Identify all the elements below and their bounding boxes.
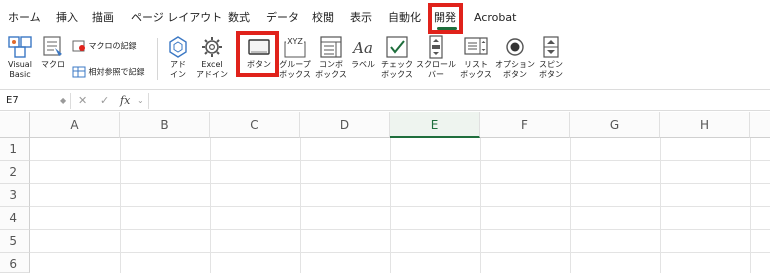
list-box-label: リスト ボックス — [460, 60, 492, 79]
gridline — [30, 160, 770, 161]
addins-button[interactable]: アド イン — [164, 34, 192, 80]
combo-box-control[interactable]: コンボ ボックス — [314, 34, 348, 80]
column-header-partial[interactable] — [750, 112, 770, 138]
check-box-label: チェック ボックス — [381, 60, 413, 79]
tab-page-layout[interactable]: ページ レイアウト — [131, 11, 222, 25]
column-header-a[interactable]: A — [30, 112, 120, 138]
tab-insert[interactable]: 挿入 — [56, 11, 78, 25]
checkbox-icon — [386, 36, 408, 58]
column-header-b[interactable]: B — [120, 112, 210, 138]
tab-formulas[interactable]: 数式 — [228, 11, 250, 25]
button-control-highlight — [236, 31, 279, 77]
combo-box-label: コンボ ボックス — [315, 60, 347, 79]
column-header-g[interactable]: G — [570, 112, 660, 138]
tab-home[interactable]: ホーム — [8, 11, 41, 25]
list-box-icon — [464, 37, 488, 55]
formula-bar: E7 ◆ ✕ ✓ fx ⌄ — [0, 89, 770, 111]
column-header-h[interactable]: H — [660, 112, 750, 138]
gear-icon — [202, 37, 222, 57]
scroll-bar-label: スクロール バー — [416, 60, 456, 79]
visual-basic-label: Visual Basic — [8, 60, 32, 79]
record-macro-label: マクロの記録 — [88, 41, 137, 51]
row-header-4[interactable]: 4 — [0, 207, 30, 230]
spin-button-label: スピン ボタン — [539, 60, 563, 79]
visual-basic-button[interactable]: Visual Basic — [4, 34, 36, 80]
tab-automate[interactable]: 自動化 — [388, 11, 421, 25]
macros-icon — [43, 36, 62, 56]
excel-addins-button[interactable]: Excel アドイン — [194, 34, 230, 80]
scroll-bar-icon — [429, 35, 443, 59]
tab-view[interactable]: 表示 — [350, 11, 372, 25]
macros-label: マクロ — [41, 60, 65, 69]
tab-review[interactable]: 校閲 — [312, 11, 334, 25]
worksheet-grid[interactable]: A B C D E F G H 1 2 3 4 5 6 — [0, 112, 770, 273]
column-header-e[interactable]: E — [390, 112, 480, 138]
group-box-icon-text: XYZ — [287, 37, 303, 46]
column-header-d[interactable]: D — [300, 112, 390, 138]
relative-references-label: 相対参照で記録 — [88, 67, 145, 77]
developer-tab-highlight — [428, 3, 463, 34]
function-dropdown-icon[interactable]: ⌄ — [137, 93, 144, 109]
group-box-icon: XYZ — [284, 37, 306, 58]
macros-button[interactable]: マクロ — [38, 34, 68, 70]
addins-icon — [169, 36, 187, 58]
name-box-dropdown-icon[interactable]: ◆ — [60, 93, 66, 109]
spin-button-icon — [543, 36, 559, 58]
combo-box-icon — [320, 36, 342, 58]
record-macro-icon — [72, 40, 85, 52]
label-icon-text: Aa — [351, 39, 373, 57]
group-box-label: グループ ボックス — [279, 60, 311, 79]
row-header-2[interactable]: 2 — [0, 161, 30, 184]
ribbon-separator — [157, 38, 158, 80]
excel-addins-label: Excel アドイン — [196, 60, 228, 79]
label-control[interactable]: Aa ラベル — [350, 34, 376, 70]
ribbon-tab-bar: ホーム 挿入 描画 ページ レイアウト 数式 データ 校閲 表示 自動化 開発 … — [0, 0, 770, 34]
label-control-label: ラベル — [351, 60, 375, 69]
select-all-corner[interactable] — [0, 112, 30, 138]
group-box-control[interactable]: XYZ グループ ボックス — [278, 34, 312, 80]
gridline — [30, 183, 770, 184]
row-header-1[interactable]: 1 — [0, 138, 30, 161]
function-icon[interactable]: fx — [120, 93, 130, 109]
tab-acrobat[interactable]: Acrobat — [474, 11, 516, 25]
row-header-3[interactable]: 3 — [0, 184, 30, 207]
addins-label: アド イン — [170, 60, 186, 79]
row-header-5[interactable]: 5 — [0, 230, 30, 253]
radio-icon — [506, 38, 524, 56]
enter-icon[interactable]: ✓ — [100, 93, 109, 109]
gridline — [30, 229, 770, 230]
tab-draw[interactable]: 描画 — [92, 11, 114, 25]
formula-input-divider — [148, 93, 149, 109]
label-icon: Aa — [351, 39, 373, 57]
cancel-icon[interactable]: ✕ — [78, 93, 87, 109]
option-button-label: オプション ボタン — [495, 60, 535, 79]
spin-button-control[interactable]: スピン ボタン — [536, 34, 566, 80]
formula-bar-divider — [70, 93, 71, 109]
row-header-6[interactable]: 6 — [0, 253, 30, 273]
tab-data[interactable]: データ — [266, 11, 299, 25]
option-button-control[interactable]: オプション ボタン — [494, 34, 536, 80]
gridline — [30, 206, 770, 207]
relative-references-button[interactable]: 相対参照で記録 — [72, 66, 145, 78]
name-box[interactable]: E7 — [4, 93, 64, 109]
formula-input[interactable] — [152, 93, 762, 109]
gridline — [30, 252, 770, 253]
relative-references-icon — [72, 66, 86, 78]
list-box-control[interactable]: リスト ボックス — [458, 34, 494, 80]
column-header-c[interactable]: C — [210, 112, 300, 138]
column-header-f[interactable]: F — [480, 112, 570, 138]
check-box-control[interactable]: チェック ボックス — [378, 34, 416, 80]
scroll-bar-control[interactable]: スクロール バー — [416, 34, 456, 80]
visual-basic-icon — [8, 36, 32, 58]
developer-ribbon: Visual Basic マクロ マクロの記録 相対参照で記録 アド イン Ex… — [0, 34, 770, 87]
record-macro-button[interactable]: マクロの記録 — [72, 40, 137, 52]
